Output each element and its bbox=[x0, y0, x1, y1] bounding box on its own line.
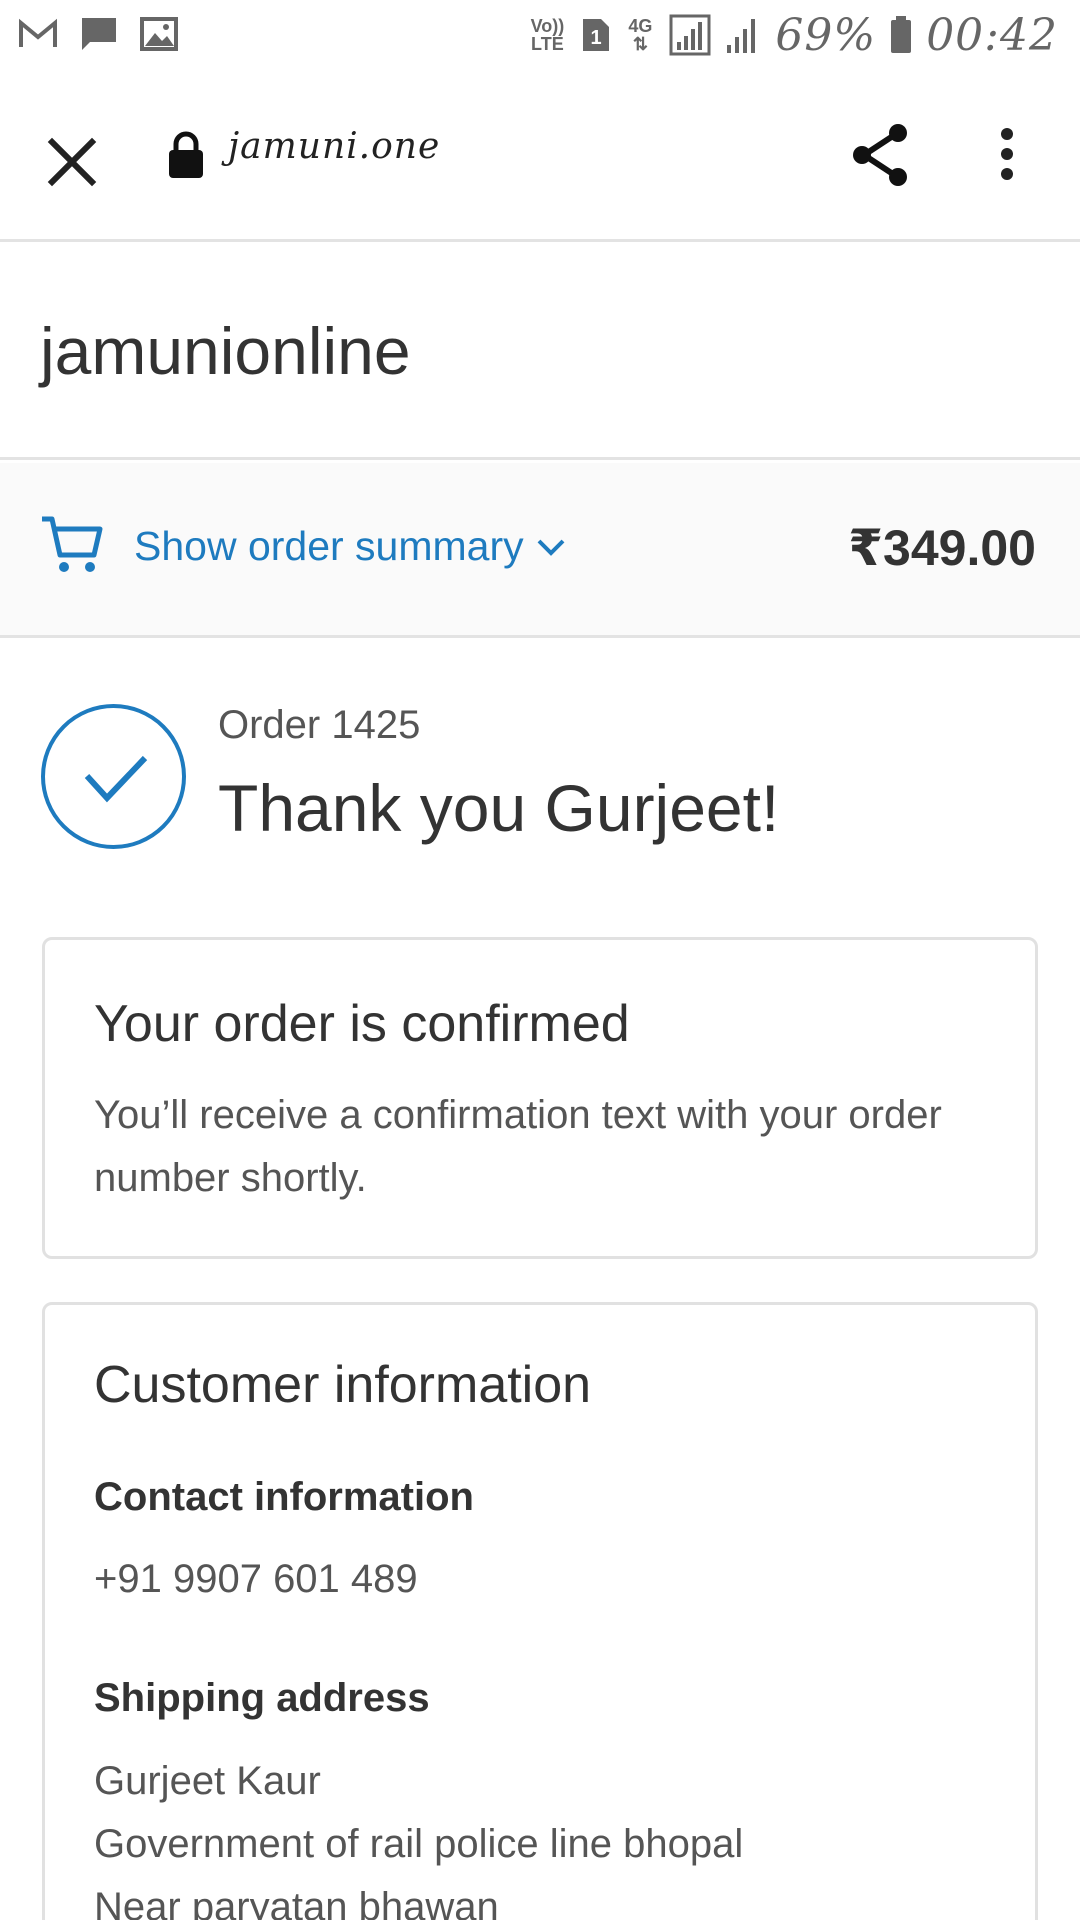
order-summary-bar[interactable]: Show order summary ₹349.00 bbox=[0, 463, 1080, 638]
signal-icon bbox=[669, 14, 711, 56]
address-line: Government of rail police line bhopal bbox=[94, 1822, 744, 1866]
cart-icon bbox=[42, 516, 103, 572]
contact-phone: +91 9907 601 489 bbox=[94, 1557, 418, 1601]
share-icon[interactable] bbox=[848, 122, 914, 188]
image-icon bbox=[140, 17, 178, 51]
order-total: ₹349.00 bbox=[848, 520, 1036, 576]
customer-information-box: Customer information Contact information… bbox=[42, 1302, 1038, 1920]
thank-you-heading: Thank you Gurjeet! bbox=[218, 771, 780, 845]
shipping-address-label: Shipping address bbox=[94, 1676, 430, 1720]
url-bar[interactable]: jamuni.one bbox=[228, 126, 440, 167]
address-line: Gurjeet Kaur bbox=[94, 1759, 321, 1803]
order-confirmed-text: You’ll receive a confirmation text with … bbox=[94, 1093, 942, 1200]
sim-icon: 1 bbox=[583, 19, 610, 51]
clock: 00:42 bbox=[926, 9, 1058, 61]
order-confirmed-title: Your order is confirmed bbox=[94, 995, 630, 1053]
message-icon bbox=[82, 18, 116, 50]
show-order-summary-toggle[interactable]: Show order summary bbox=[134, 523, 566, 570]
customer-information-title: Customer information bbox=[94, 1356, 592, 1414]
battery-icon bbox=[891, 16, 912, 53]
store-name[interactable]: jamunionline bbox=[40, 313, 411, 389]
volte-icon: Vo)) LTE bbox=[530, 16, 565, 54]
signal-icon bbox=[727, 19, 756, 53]
store-header: jamunionline bbox=[0, 245, 1080, 460]
check-circle-icon bbox=[41, 704, 186, 849]
order-number: Order 1425 bbox=[218, 703, 421, 747]
order-confirmed-box: Your order is confirmed You’ll receive a… bbox=[42, 937, 1038, 1259]
browser-toolbar: jamuni.one bbox=[0, 72, 1080, 242]
chevron-down-icon bbox=[537, 539, 565, 556]
address-line: Near paryatan bhawan bbox=[94, 1885, 499, 1920]
svg-text:1: 1 bbox=[591, 27, 602, 49]
checkmark-icon bbox=[84, 755, 148, 803]
status-bar: Vo)) LTE 1 4G ⇅ 69% 00:42 bbox=[0, 0, 1080, 72]
close-icon[interactable] bbox=[42, 132, 102, 192]
gmail-icon bbox=[19, 18, 57, 47]
more-vert-icon[interactable] bbox=[992, 124, 1022, 184]
show-order-summary-label: Show order summary bbox=[134, 523, 524, 569]
battery-percent: 69% bbox=[775, 9, 877, 61]
data-icon: 4G ⇅ bbox=[628, 16, 653, 54]
contact-information-label: Contact information bbox=[94, 1475, 474, 1519]
lock-icon bbox=[169, 131, 203, 178]
